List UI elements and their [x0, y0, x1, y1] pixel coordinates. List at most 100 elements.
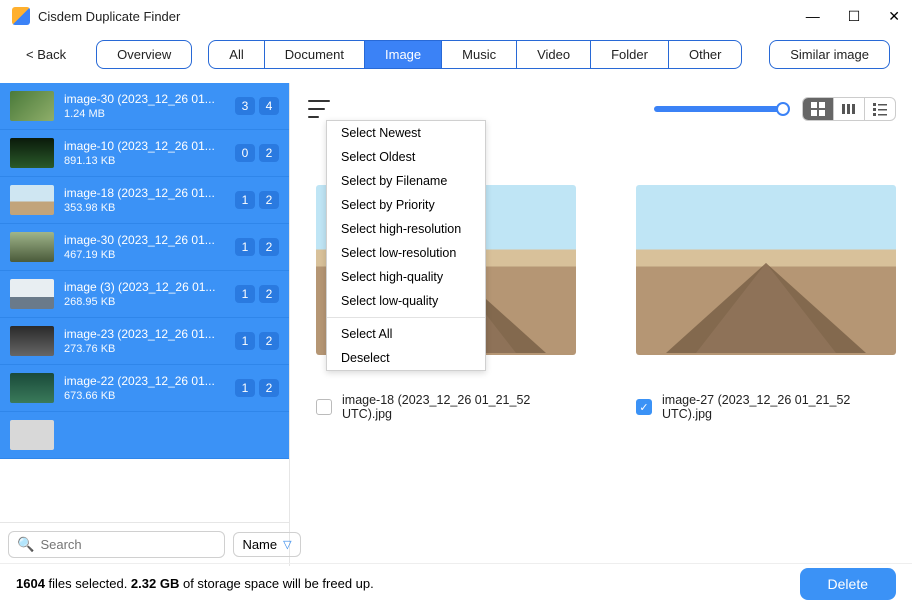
- dup-counts: 12: [235, 379, 279, 397]
- tab-all[interactable]: All: [209, 41, 264, 68]
- slider-knob[interactable]: [776, 102, 790, 116]
- list-item[interactable]: image-10 (2023_12_26 01...891.13 KB 02: [0, 130, 289, 177]
- file-size: 467.19 KB: [64, 249, 225, 261]
- file-name: image-23 (2023_12_26 01...: [64, 327, 225, 341]
- status-text: files selected.: [49, 576, 131, 591]
- freed-size: 2.32 GB: [131, 576, 179, 591]
- image-label-row: image-18 (2023_12_26 01_21_52 UTC).jpg: [316, 393, 576, 421]
- count-total: 4: [259, 97, 279, 115]
- count-selected: 1: [235, 238, 255, 256]
- thumbnail-size-slider[interactable]: [654, 106, 784, 112]
- dup-counts: 02: [235, 144, 279, 162]
- window-title: Cisdem Duplicate Finder: [38, 9, 180, 24]
- count-selected: 1: [235, 379, 255, 397]
- gallery-card[interactable]: ✓ image-27 (2023_12_26 01_21_52 UTC).jpg: [636, 185, 896, 421]
- file-size: 273.76 KB: [64, 343, 225, 355]
- dup-counts: 12: [235, 285, 279, 303]
- count-selected: 1: [235, 191, 255, 209]
- filter-menu-icon[interactable]: [308, 100, 330, 118]
- file-thumbnail: [10, 326, 54, 356]
- maximize-icon[interactable]: ☐: [848, 8, 861, 25]
- app-logo-icon: [12, 7, 30, 25]
- list-item[interactable]: image-30 (2023_12_26 01... 467.19 KB 12: [0, 224, 289, 271]
- count-total: 2: [259, 144, 279, 162]
- sort-label: Name: [242, 537, 277, 552]
- tab-video[interactable]: Video: [517, 41, 591, 68]
- status-bar: 1604 files selected. 2.32 GB of storage …: [0, 563, 912, 603]
- file-meta: image-30 (2023_12_26 01... 467.19 KB: [64, 233, 225, 261]
- count-total: 2: [259, 238, 279, 256]
- menu-item[interactable]: Deselect: [327, 346, 485, 370]
- menu-item[interactable]: Select high-quality: [327, 265, 485, 289]
- file-name: image-30 (2023_12_26 01...: [64, 92, 225, 106]
- close-icon[interactable]: ✕: [888, 8, 900, 25]
- tab-image[interactable]: Image: [365, 41, 442, 68]
- count-selected: 0: [235, 144, 255, 162]
- menu-item[interactable]: Select All: [327, 322, 485, 346]
- overview-button[interactable]: Overview: [96, 40, 192, 69]
- file-thumbnail: [10, 420, 54, 450]
- dup-counts: 34: [235, 97, 279, 115]
- dup-counts: 12: [235, 191, 279, 209]
- selection-menu: Select NewestSelect OldestSelect by File…: [326, 120, 486, 371]
- view-columns-icon[interactable]: [834, 98, 865, 120]
- tab-music[interactable]: Music: [442, 41, 517, 68]
- menu-item[interactable]: Select low-resolution: [327, 241, 485, 265]
- menu-item[interactable]: Select Newest: [327, 121, 485, 145]
- list-item[interactable]: [0, 412, 289, 459]
- menu-item[interactable]: Select by Filename: [327, 169, 485, 193]
- similar-image-button[interactable]: Similar image: [769, 40, 890, 69]
- tab-folder[interactable]: Folder: [591, 41, 669, 68]
- file-thumbnail: [10, 279, 54, 309]
- view-list-icon[interactable]: [865, 98, 895, 120]
- file-meta: image-10 (2023_12_26 01...891.13 KB: [64, 139, 225, 167]
- checkbox[interactable]: ✓: [636, 399, 652, 415]
- file-name: image-22 (2023_12_26 01...: [64, 374, 225, 388]
- sidebar: image-30 (2023_12_26 01...1.24 MB34image…: [0, 83, 290, 566]
- category-tabs: All Document Image Music Video Folder Ot…: [208, 40, 742, 69]
- view-toggle: [802, 97, 896, 121]
- file-size: 1.24 MB: [64, 108, 225, 120]
- selected-count: 1604: [16, 576, 45, 591]
- file-thumbnail: [10, 232, 54, 262]
- count-selected: 1: [235, 285, 255, 303]
- back-button[interactable]: < Back: [22, 41, 70, 68]
- list-item[interactable]: image-22 (2023_12_26 01... 673.66 KB 12: [0, 365, 289, 412]
- count-total: 2: [259, 332, 279, 350]
- toolbar: < Back Overview All Document Image Music…: [0, 32, 912, 83]
- search-input[interactable]: [40, 537, 216, 552]
- list-item[interactable]: image-23 (2023_12_26 01... 273.76 KB 12: [0, 318, 289, 365]
- file-thumbnail: [10, 138, 54, 168]
- file-name: image-18 (2023_12_26 01...: [64, 186, 225, 200]
- tab-other[interactable]: Other: [669, 41, 742, 68]
- minimize-icon[interactable]: —: [806, 8, 820, 25]
- window-controls: — ☐ ✕: [806, 8, 900, 25]
- delete-button[interactable]: Delete: [800, 568, 896, 600]
- dup-counts: 12: [235, 238, 279, 256]
- file-meta: image (3) (2023_12_26 01...268.95 KB: [64, 280, 225, 308]
- file-meta: image-23 (2023_12_26 01... 273.76 KB: [64, 327, 225, 355]
- tab-document[interactable]: Document: [265, 41, 365, 68]
- file-name: image-30 (2023_12_26 01...: [64, 233, 225, 247]
- menu-item[interactable]: Select low-quality: [327, 289, 485, 313]
- menu-item[interactable]: Select Oldest: [327, 145, 485, 169]
- file-thumbnail: [10, 91, 54, 121]
- view-grid-icon[interactable]: [803, 98, 834, 120]
- file-meta: image-22 (2023_12_26 01... 673.66 KB: [64, 374, 225, 402]
- file-list: image-30 (2023_12_26 01...1.24 MB34image…: [0, 83, 289, 522]
- dup-counts: 12: [235, 332, 279, 350]
- list-item[interactable]: image (3) (2023_12_26 01...268.95 KB 12: [0, 271, 289, 318]
- menu-item[interactable]: Select high-resolution: [327, 217, 485, 241]
- file-size: 353.98 KB: [64, 202, 225, 214]
- search-input-wrap[interactable]: 🔍: [8, 531, 225, 558]
- count-total: 2: [259, 191, 279, 209]
- checkbox[interactable]: [316, 399, 332, 415]
- count-selected: 1: [235, 332, 255, 350]
- count-total: 2: [259, 379, 279, 397]
- image-thumbnail[interactable]: [636, 185, 896, 355]
- list-item[interactable]: image-18 (2023_12_26 01... 353.98 KB 12: [0, 177, 289, 224]
- file-size: 268.95 KB: [64, 296, 225, 308]
- list-item[interactable]: image-30 (2023_12_26 01... 1.24 MB 34: [0, 83, 289, 130]
- menu-item[interactable]: Select by Priority: [327, 193, 485, 217]
- file-size: 673.66 KB: [64, 390, 225, 402]
